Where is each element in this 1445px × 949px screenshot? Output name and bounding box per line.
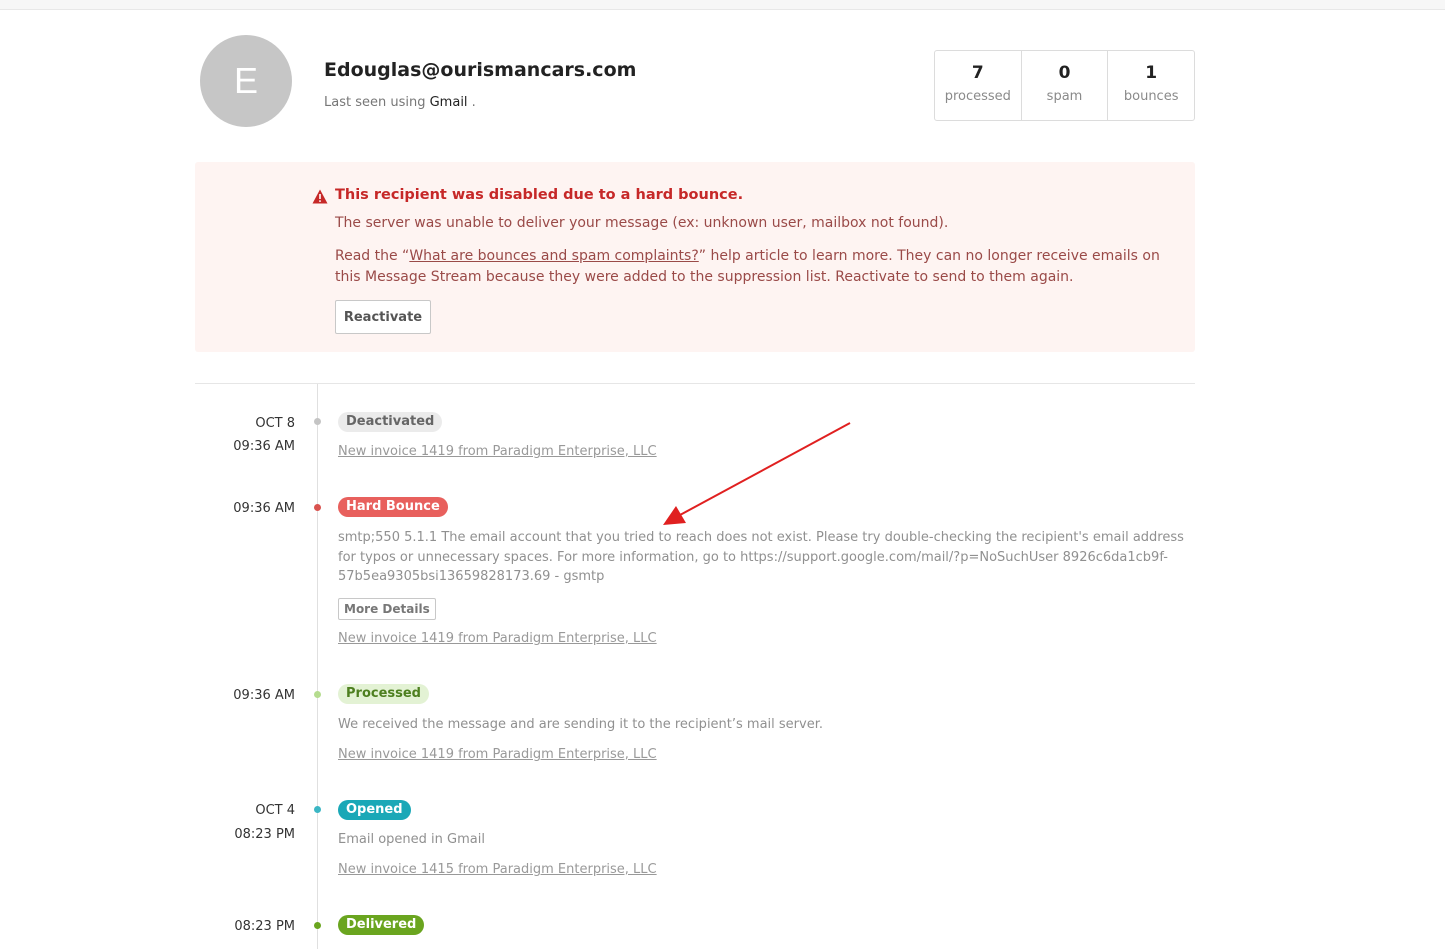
status-badge-processed: Processed: [338, 684, 429, 704]
stat-processed-label: processed: [944, 89, 1011, 104]
stats-box: 7 processed 0 spam 1 bounces: [934, 50, 1195, 121]
stat-spam: 0 spam: [1020, 51, 1108, 120]
status-badge-delivered: Delivered: [338, 915, 425, 935]
top-bar: [0, 0, 1445, 10]
reactivate-button[interactable]: Reactivate: [335, 300, 431, 334]
message-link[interactable]: New invoice 1415 from Paradigm Enterpris…: [338, 862, 657, 877]
recipient-email: Edouglas@ourismancars.com: [324, 59, 637, 81]
last-seen-prefix: Last seen using: [324, 95, 426, 110]
section-divider: [195, 383, 1195, 384]
bounce-smtp-message: smtp;550 5.1.1 The email account that yo…: [338, 530, 1184, 584]
event-date: OCT 8: [255, 416, 295, 431]
alert-help-text: Read the “What are bounces and spam comp…: [335, 246, 1165, 288]
last-seen-text: Last seen using Gmail .: [324, 95, 476, 110]
avatar-letter: E: [233, 60, 258, 101]
event-description: Email opened in Gmail: [338, 832, 485, 847]
timeline-dot: [314, 418, 321, 425]
more-details-button[interactable]: More Details: [338, 598, 436, 620]
avatar: E: [200, 35, 292, 127]
stat-bounces-value: 1: [1145, 63, 1158, 83]
alert-help-prefix: Read the “: [335, 248, 410, 264]
stat-spam-label: spam: [1046, 89, 1083, 104]
event-time: 08:23 PM: [234, 827, 295, 842]
status-badge-deactivated: Deactivated: [338, 412, 443, 432]
event-date: OCT 4: [255, 803, 295, 818]
timeline-dot: [314, 504, 321, 511]
timeline-dot: [314, 691, 321, 698]
event-time: 09:36 AM: [233, 439, 295, 454]
event-time: 09:36 AM: [233, 688, 295, 703]
alert-description: The server was unable to deliver your me…: [335, 215, 949, 231]
stat-processed-value: 7: [971, 63, 984, 83]
stat-spam-value: 0: [1058, 63, 1071, 83]
hard-bounce-alert: This recipient was disabled due to a har…: [195, 162, 1195, 352]
last-seen-suffix: .: [467, 95, 476, 110]
stat-bounces: 1 bounces: [1107, 51, 1194, 120]
status-badge-hard-bounce: Hard Bounce: [338, 497, 448, 517]
timeline-dot: [314, 922, 321, 929]
event-time: 09:36 AM: [233, 501, 295, 516]
event-description: We received the message and are sending …: [338, 717, 823, 732]
message-link[interactable]: New invoice 1419 from Paradigm Enterpris…: [338, 444, 657, 459]
stat-processed: 7 processed: [935, 51, 1021, 120]
status-badge-opened: Opened: [338, 800, 411, 820]
warning-triangle-icon: [312, 189, 328, 204]
alert-title: This recipient was disabled due to a har…: [335, 187, 744, 203]
timeline-dot: [314, 806, 321, 813]
bounces-help-link[interactable]: What are bounces and spam complaints?: [409, 248, 698, 264]
event-time: 08:23 PM: [234, 919, 295, 934]
message-link[interactable]: New invoice 1419 from Paradigm Enterpris…: [338, 631, 657, 646]
message-link[interactable]: New invoice 1419 from Paradigm Enterpris…: [338, 747, 657, 762]
last-seen-client: Gmail: [429, 95, 468, 110]
stat-bounces-label: bounces: [1123, 89, 1179, 104]
timeline-line: [317, 384, 318, 949]
